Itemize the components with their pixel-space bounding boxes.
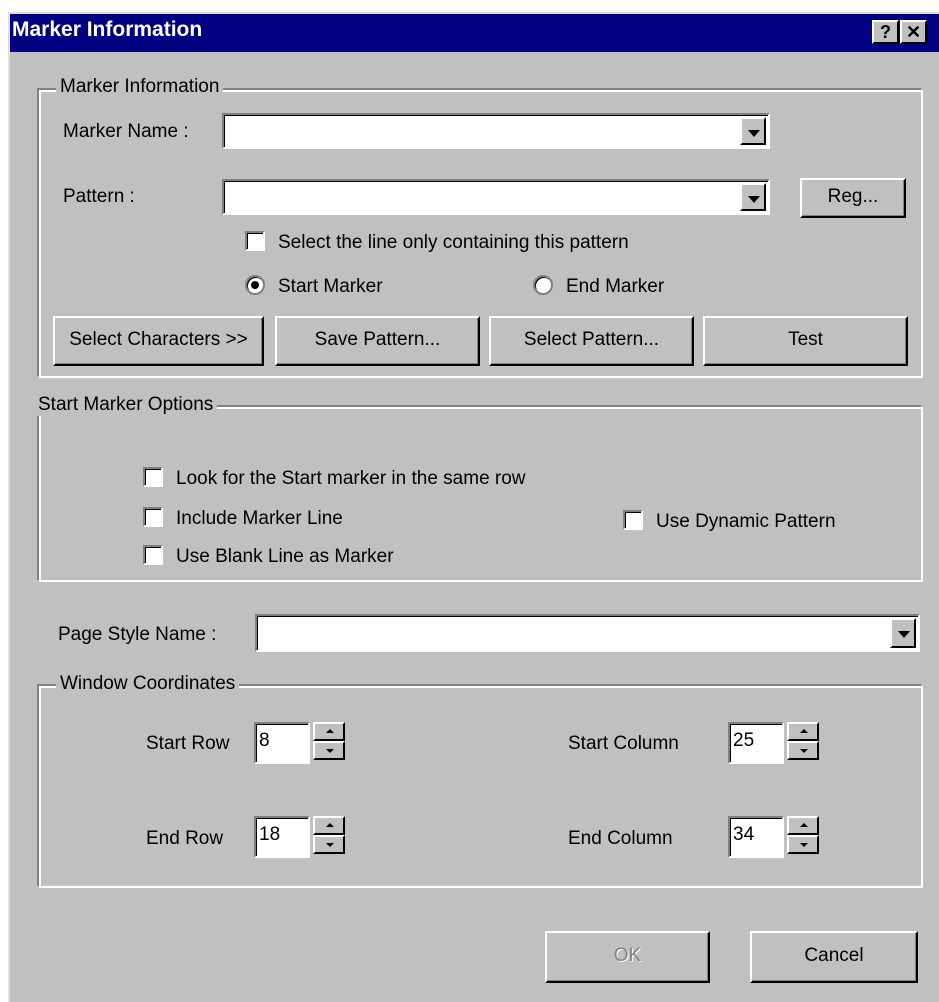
start-row-label: Start Row — [146, 733, 230, 754]
end-row-input[interactable]: 18 — [254, 816, 310, 858]
end-marker-label: End Marker — [566, 276, 665, 297]
window-coordinates-label: Window Coordinates — [56, 673, 240, 695]
start-row-spinner[interactable] — [313, 722, 345, 760]
marker-name-label: Marker Name : — [63, 121, 189, 142]
window-title: Marker Information — [12, 18, 203, 41]
start-row-value: 8 — [259, 730, 270, 751]
end-column-label: End Column — [568, 828, 673, 849]
select-line-checkbox[interactable] — [245, 231, 265, 251]
dynamic-pattern-checkbox[interactable] — [623, 510, 643, 530]
end-row-label: End Row — [146, 828, 224, 849]
page-style-combobox[interactable] — [255, 614, 920, 652]
end-row-value: 18 — [259, 824, 281, 845]
start-column-up-icon[interactable] — [787, 722, 819, 741]
include-marker-line-label: Include Marker Line — [176, 508, 343, 529]
dynamic-pattern-label: Use Dynamic Pattern — [656, 511, 836, 532]
page-style-dropdown-icon[interactable] — [890, 618, 916, 648]
start-marker-options-group — [37, 405, 921, 580]
select-pattern-button[interactable]: Select Pattern... — [489, 316, 694, 366]
start-marker-radio[interactable] — [245, 275, 265, 295]
close-icon[interactable]: ✕ — [900, 20, 927, 44]
help-icon[interactable]: ? — [872, 20, 899, 44]
end-row-up-icon[interactable] — [313, 816, 345, 835]
end-column-up-icon[interactable] — [787, 816, 819, 835]
end-column-down-icon[interactable] — [787, 835, 819, 854]
pattern-label: Pattern : — [63, 186, 135, 207]
end-column-spinner[interactable] — [787, 816, 819, 854]
ok-button[interactable]: OK — [545, 931, 710, 983]
save-pattern-button[interactable]: Save Pattern... — [275, 316, 480, 366]
start-row-up-icon[interactable] — [313, 722, 345, 741]
start-column-down-icon[interactable] — [787, 741, 819, 760]
marker-name-dropdown-icon[interactable] — [740, 117, 766, 145]
end-row-down-icon[interactable] — [313, 835, 345, 854]
same-row-label: Look for the Start marker in the same ro… — [176, 468, 526, 489]
same-row-checkbox[interactable] — [143, 467, 163, 487]
start-column-value: 25 — [733, 730, 755, 751]
pattern-combobox[interactable] — [222, 179, 770, 215]
select-line-label: Select the line only containing this pat… — [278, 232, 629, 253]
marker-name-combobox[interactable] — [222, 113, 770, 149]
start-row-down-icon[interactable] — [313, 741, 345, 760]
start-column-spinner[interactable] — [787, 722, 819, 760]
start-column-label: Start Column — [568, 733, 679, 754]
blank-line-marker-checkbox[interactable] — [143, 545, 163, 565]
end-marker-radio[interactable] — [533, 275, 553, 295]
start-row-input[interactable]: 8 — [254, 722, 310, 764]
marker-information-group-label: Marker Information — [56, 76, 224, 98]
start-marker-options-label: Start Marker Options — [34, 394, 218, 416]
test-button[interactable]: Test — [703, 316, 908, 366]
start-column-input[interactable]: 25 — [728, 722, 784, 764]
window-coordinates-group — [37, 684, 921, 886]
page-style-label: Page Style Name : — [58, 624, 217, 645]
end-column-value: 34 — [733, 824, 755, 845]
start-marker-label: Start Marker — [278, 276, 383, 297]
reg-button[interactable]: Reg... — [800, 178, 906, 218]
blank-line-marker-label: Use Blank Line as Marker — [176, 546, 394, 567]
pattern-dropdown-icon[interactable] — [740, 183, 766, 211]
cancel-button[interactable]: Cancel — [750, 931, 918, 983]
select-characters-button[interactable]: Select Characters >> — [53, 316, 264, 366]
include-marker-line-checkbox[interactable] — [143, 507, 163, 527]
end-column-input[interactable]: 34 — [728, 816, 784, 858]
end-row-spinner[interactable] — [313, 816, 345, 854]
